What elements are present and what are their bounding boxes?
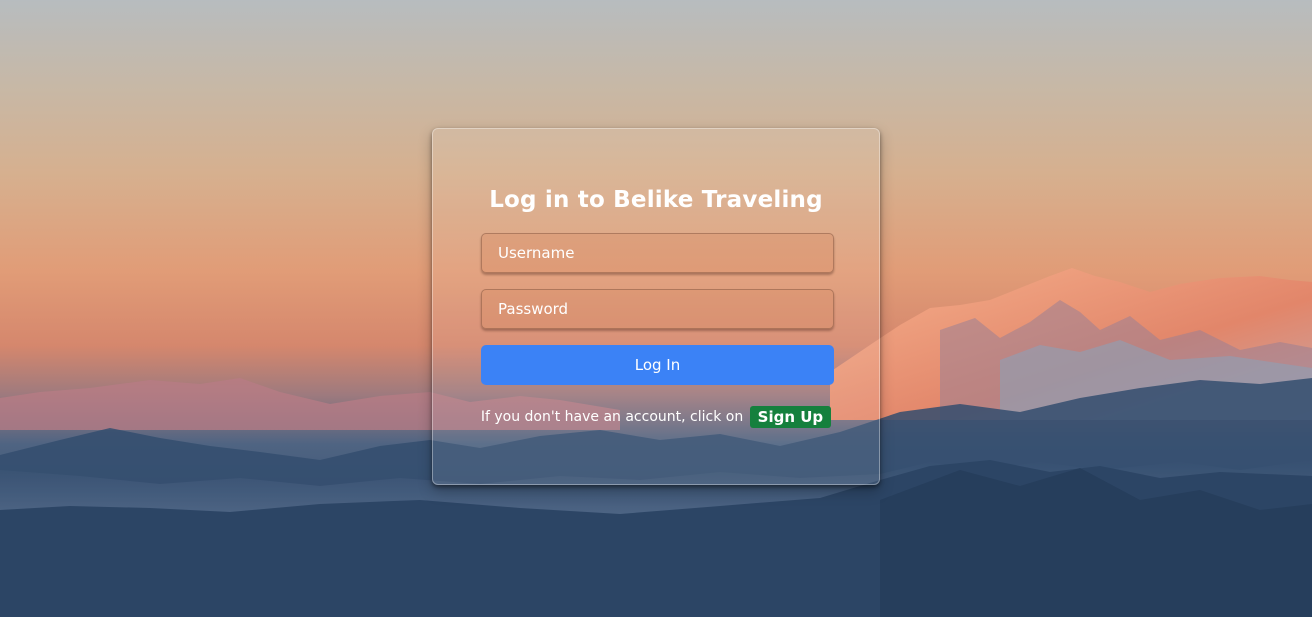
signup-button[interactable]: Sign Up — [749, 406, 832, 428]
username-input[interactable] — [481, 233, 834, 273]
page-title: Log in to Belike Traveling — [489, 187, 823, 213]
signup-prompt: If you don't have an account, click on — [480, 409, 744, 425]
login-page: Log in to Belike Traveling Log In If you… — [0, 0, 1312, 617]
signup-row: If you don't have an account, click on S… — [433, 406, 879, 428]
password-input[interactable] — [481, 289, 834, 329]
login-card: Log in to Belike Traveling Log In If you… — [432, 128, 880, 485]
login-button[interactable]: Log In — [481, 345, 834, 385]
